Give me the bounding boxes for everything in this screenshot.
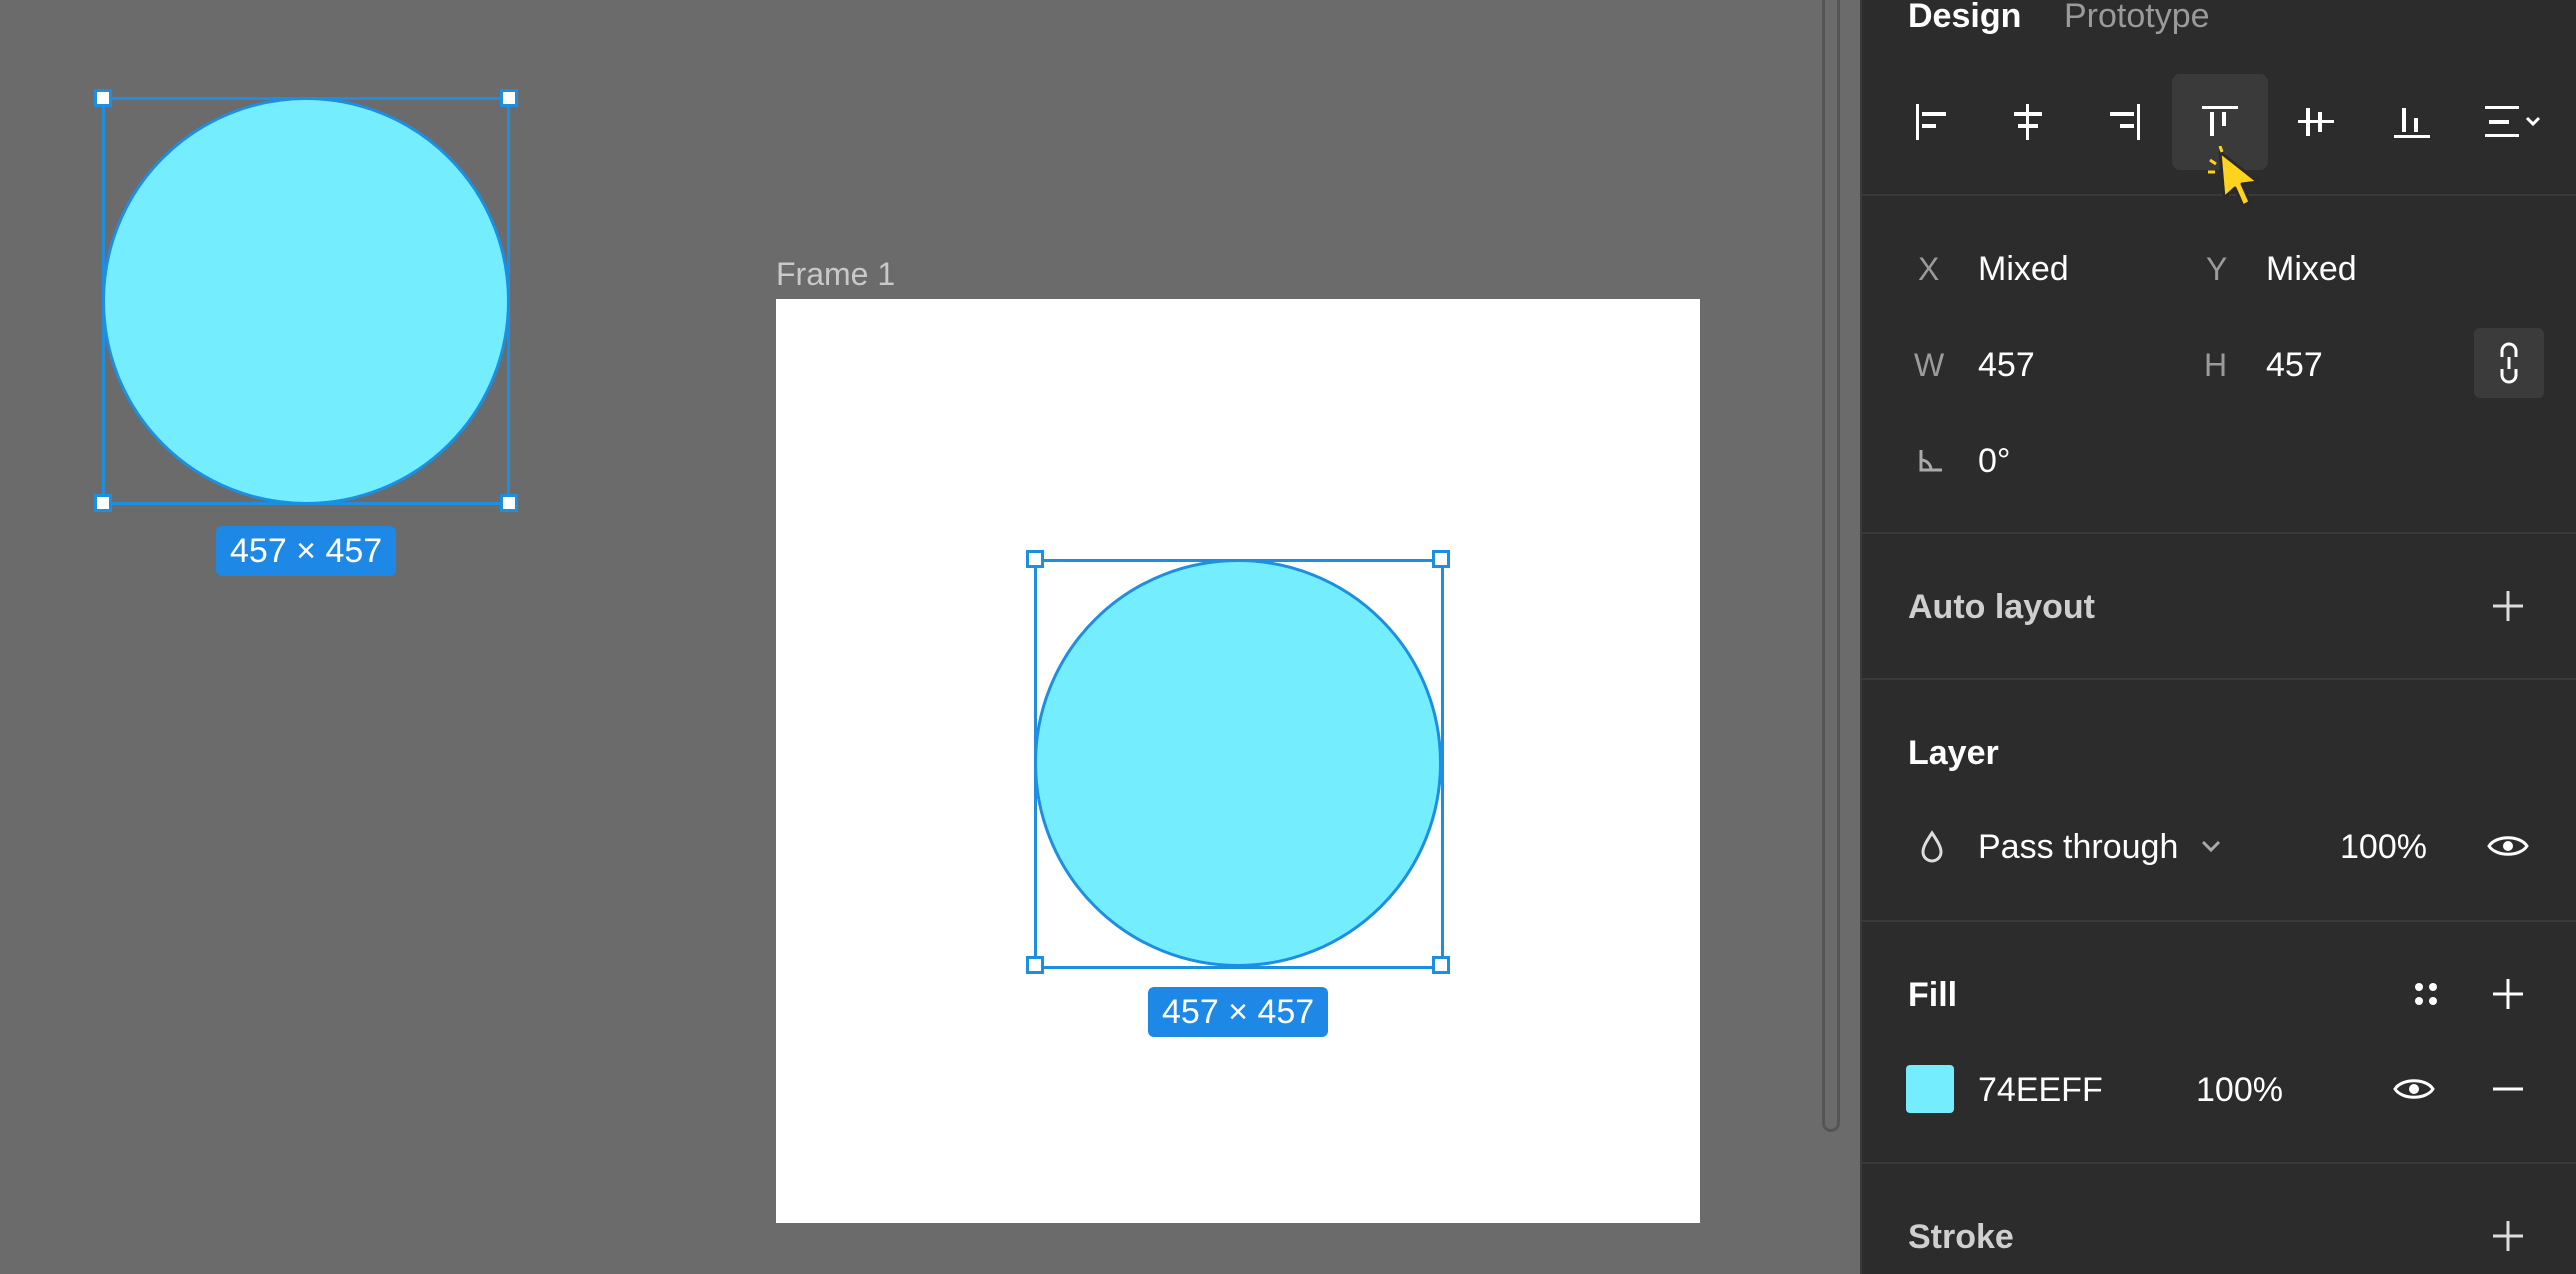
divider (1862, 532, 2576, 534)
blend-mode-dropdown[interactable]: Pass through (1978, 828, 2178, 867)
fill-opacity-field[interactable]: 100% (2196, 1071, 2283, 1110)
plus-icon (2493, 1221, 2523, 1251)
resize-handle-bottom-right[interactable] (500, 494, 518, 512)
add-auto-layout-button[interactable] (2482, 580, 2534, 632)
resize-handle-bottom-right[interactable] (1432, 956, 1450, 974)
align-right-button[interactable] (2076, 74, 2172, 170)
add-fill-button[interactable] (2482, 968, 2534, 1020)
size-badge-frame: 457 × 457 (1148, 987, 1329, 1037)
constrain-proportions-button[interactable] (2474, 328, 2544, 398)
fill-hex-field[interactable]: 74EEFF (1978, 1071, 2103, 1110)
styles-grid-icon (2415, 983, 2437, 1005)
distribute-menu-icon (2485, 106, 2541, 137)
plus-icon (2493, 591, 2523, 621)
resize-handle-top-left[interactable] (94, 89, 112, 107)
resize-handle-top-left[interactable] (1026, 550, 1044, 568)
eye-icon (2393, 1079, 2435, 1099)
link-icon (2500, 342, 2518, 384)
auto-layout-title: Auto layout (1908, 588, 2095, 626)
size-badge-left: 457 × 457 (216, 526, 397, 576)
resize-handle-top-right[interactable] (1432, 550, 1450, 568)
align-vertical-center-icon (2298, 108, 2334, 136)
canvas-vertical-scrollbar[interactable] (1822, 0, 1840, 1132)
align-bottom-button[interactable] (2364, 74, 2460, 170)
divider (1862, 920, 2576, 922)
resize-handle-top-right[interactable] (500, 89, 518, 107)
ellipse-left[interactable] (102, 97, 510, 505)
rotation-field[interactable]: 0° (1978, 442, 2011, 481)
align-right-icon (2110, 104, 2140, 140)
x-label: X (1918, 251, 1940, 287)
toggle-fill-visibility-button[interactable] (2388, 1063, 2440, 1115)
tab-prototype[interactable]: Prototype (2064, 0, 2210, 33)
y-field[interactable]: Mixed (2266, 250, 2357, 289)
align-horizontal-center-icon (2014, 104, 2042, 140)
align-left-icon (1916, 104, 1946, 140)
distribute-menu-button[interactable] (2466, 74, 2562, 170)
divider (1862, 678, 2576, 680)
align-top-icon (2202, 106, 2238, 136)
stroke-title: Stroke (1908, 1218, 2014, 1256)
divider (1862, 1162, 2576, 1164)
align-vertical-center-button[interactable] (2268, 74, 2364, 170)
canvas[interactable]: 457 × 457 Frame 1 457 × 457 (0, 0, 1860, 1274)
resize-handle-bottom-left[interactable] (94, 494, 112, 512)
selection-box-frame[interactable] (1034, 559, 1444, 969)
rotation-icon (1919, 450, 1942, 472)
minus-icon (2493, 1087, 2523, 1091)
width-field[interactable]: 457 (1978, 346, 2035, 385)
fill-color-swatch[interactable] (1906, 1065, 1954, 1113)
frame-title[interactable]: Frame 1 (776, 256, 895, 293)
eye-icon (2487, 836, 2529, 856)
layer-title: Layer (1908, 734, 1999, 772)
align-left-button[interactable] (1884, 74, 1980, 170)
tab-design[interactable]: Design (1908, 0, 2021, 33)
blend-mode-icon (1921, 830, 1943, 863)
fill-styles-button[interactable] (2400, 968, 2452, 1020)
chevron-down-icon[interactable] (2200, 838, 2222, 854)
fill-title: Fill (1908, 976, 1958, 1014)
mouse-pointer-icon (2208, 146, 2260, 208)
remove-fill-button[interactable] (2482, 1063, 2534, 1115)
x-field[interactable]: Mixed (1978, 250, 2069, 289)
align-horizontal-center-button[interactable] (1980, 74, 2076, 170)
add-stroke-button[interactable] (2482, 1210, 2534, 1262)
height-field[interactable]: 457 (2266, 346, 2323, 385)
y-label: Y (2206, 251, 2228, 287)
layer-opacity-field[interactable]: 100% (2340, 828, 2427, 867)
w-label: W (1914, 347, 1945, 383)
resize-handle-bottom-left[interactable] (1026, 956, 1044, 974)
plus-icon (2493, 979, 2523, 1009)
h-label: H (2204, 347, 2228, 383)
align-bottom-icon (2394, 108, 2430, 138)
toggle-layer-visibility-button[interactable] (2482, 820, 2534, 872)
